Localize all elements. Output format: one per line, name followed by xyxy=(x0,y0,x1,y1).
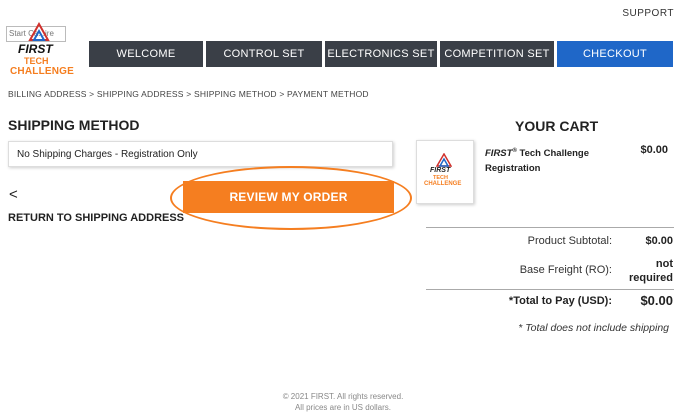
base-freight-value: not required xyxy=(606,257,673,285)
total-label: *Total to Pay (USD): xyxy=(508,295,612,307)
divider xyxy=(426,289,674,290)
divider xyxy=(426,227,674,228)
review-order-button[interactable]: REVIEW MY ORDER xyxy=(183,181,394,213)
support-link[interactable]: SUPPORT xyxy=(622,8,674,19)
breadcrumb: BILLING ADDRESS > SHIPPING ADDRESS > SHI… xyxy=(8,89,369,99)
thumb-first-text: FIRST xyxy=(430,167,451,174)
ftc-logo[interactable]: Start Ca...ire FIRST TECH CHALLENGE xyxy=(6,20,84,77)
back-arrow-icon[interactable]: < xyxy=(9,186,18,203)
main-nav: WELCOME CONTROL SET ELECTRONICS SET COMP… xyxy=(89,41,673,67)
cart-item-name: FIRST® Tech Challenge Registration xyxy=(485,144,605,176)
cart-item-price: $0.00 xyxy=(640,144,668,156)
shipping-method-option[interactable]: No Shipping Charges - Registration Only xyxy=(8,141,393,167)
thumb-challenge-text: CHALLENGE xyxy=(424,181,462,187)
total-value: $0.00 xyxy=(640,293,673,308)
return-to-shipping-link[interactable]: RETURN TO SHIPPING ADDRESS xyxy=(8,212,184,224)
thumb-logo-mark-icon xyxy=(436,153,452,167)
product-subtotal-value: $0.00 xyxy=(645,235,673,247)
tab-control-set[interactable]: CONTROL SET xyxy=(206,41,322,67)
logo-challenge-text: CHALLENGE xyxy=(10,66,75,77)
base-freight-value-line1: not xyxy=(655,258,673,270)
shipping-method-title: SHIPPING METHOD xyxy=(8,117,140,133)
logo-mark-icon xyxy=(28,22,50,41)
shipping-note: * Total does not include shipping xyxy=(518,322,669,334)
footer-currency-note: All prices are in US dollars. xyxy=(294,403,392,412)
cart-title: YOUR CART xyxy=(515,118,599,134)
product-subtotal-label: Product Subtotal: xyxy=(527,235,612,247)
tab-electronics-set[interactable]: ELECTRONICS SET xyxy=(325,41,437,67)
tab-welcome[interactable]: WELCOME xyxy=(89,41,203,67)
logo-first-text: FIRST xyxy=(18,42,53,56)
tab-checkout[interactable]: CHECKOUT xyxy=(557,41,673,67)
base-freight-label: Base Freight (RO): xyxy=(519,264,612,276)
tab-competition-set[interactable]: COMPETITION SET xyxy=(440,41,554,67)
footer-copyright: © 2021 FIRST. All rights reserved. xyxy=(282,392,404,401)
item-first-text: FIRST xyxy=(485,148,513,160)
product-thumbnail: FIRST TECH CHALLENGE xyxy=(416,140,474,204)
base-freight-value-line2: required xyxy=(628,272,673,284)
logo-tech-text: TECH xyxy=(24,56,49,66)
